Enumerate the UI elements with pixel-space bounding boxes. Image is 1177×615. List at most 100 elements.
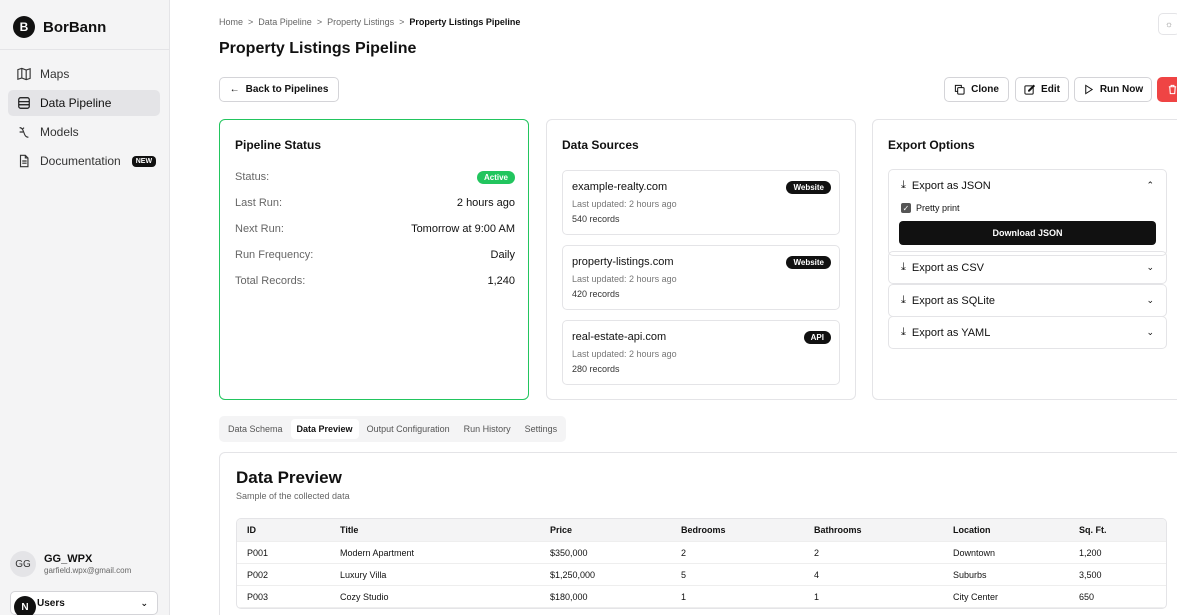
data-source-item[interactable]: property-listings.com Last updated: 2 ho… xyxy=(562,245,840,310)
table-cell: P001 xyxy=(247,547,269,558)
source-updated: Last updated: 2 hours ago xyxy=(572,349,677,359)
tab-output-configuration[interactable]: Output Configuration xyxy=(361,419,456,439)
sidebar: B BorBann Maps Data Pipeline Models Docu… xyxy=(0,0,170,615)
download-json-button[interactable]: Download JSON xyxy=(899,221,1156,245)
breadcrumb: Home > Data Pipeline > Property Listings > … xyxy=(219,17,520,27)
download-icon: ⤓ xyxy=(901,179,906,191)
tab-data-preview[interactable]: Data Preview xyxy=(290,419,359,439)
export-sqlite-label: Export as SQLite xyxy=(911,294,996,307)
export-json-toggle[interactable]: ⤓ Export as JSON ⌃ xyxy=(889,170,1166,201)
export-options-card: Export Options ⤓ Export as JSON ⌃ ✓ Pret… xyxy=(872,119,1177,400)
chevron-down-icon: ⌄ xyxy=(1146,295,1154,305)
run-now-button[interactable]: Run Now xyxy=(1074,77,1152,102)
breadcrumb-home[interactable]: Home xyxy=(219,17,243,27)
table-cell: 4 xyxy=(814,569,820,580)
run-frequency-value: Daily xyxy=(490,249,515,261)
tab-run-history[interactable]: Run History xyxy=(458,419,517,439)
export-yaml-section[interactable]: ⤓ Export as YAML ⌄ xyxy=(888,316,1167,349)
last-run-value: 2 hours ago xyxy=(456,197,515,209)
status-label: Status: xyxy=(235,171,270,183)
pretty-print-label: Pretty print xyxy=(916,203,960,213)
sidebar-item-label: Documentation xyxy=(40,154,121,168)
table-row[interactable]: P003 Cozy Studio $180,000 1 1 City Cente… xyxy=(237,586,1166,608)
edit-button[interactable]: Edit xyxy=(1015,77,1069,102)
table-cell: P003 xyxy=(247,591,269,602)
source-name: property-listings.com xyxy=(572,256,674,268)
sidebar-item-label: Models xyxy=(40,125,79,139)
table-row[interactable]: P002 Luxury Villa $1,250,000 5 4 Suburbs… xyxy=(237,564,1166,586)
arrow-left-icon: ← xyxy=(229,84,240,95)
chevron-up-icon: ⌃ xyxy=(1146,180,1154,190)
chevron-down-icon: ⌄ xyxy=(1146,327,1154,337)
table-cell: 1 xyxy=(814,591,820,602)
data-preview-card: Data Preview Sample of the collected dat… xyxy=(219,452,1177,615)
card-title: Pipeline Status xyxy=(235,138,322,152)
back-button[interactable]: ← Back to Pipelines xyxy=(219,77,339,102)
sidebar-item-data-pipeline[interactable]: Data Pipeline xyxy=(8,90,160,116)
column-header: Sq. Ft. xyxy=(1079,525,1107,535)
pretty-print-option[interactable]: ✓ Pretty print xyxy=(889,201,1166,215)
pipeline-status-card: Pipeline Status Status: Active Last Run:… xyxy=(219,119,529,400)
copy-icon xyxy=(954,84,965,95)
column-header: Price xyxy=(550,525,573,535)
status-row: Status: Active xyxy=(235,171,515,184)
table-cell: 1,200 xyxy=(1079,547,1102,558)
export-json-section: ⤓ Export as JSON ⌃ ✓ Pretty print Downlo… xyxy=(888,169,1167,256)
data-source-item[interactable]: example-realty.com Last updated: 2 hours… xyxy=(562,170,840,235)
total-records-label: Total Records: xyxy=(235,275,306,287)
sidebar-nav: Maps Data Pipeline Models Documentation … xyxy=(8,61,160,177)
data-source-item[interactable]: real-estate-api.com Last updated: 2 hour… xyxy=(562,320,840,385)
sidebar-item-documentation[interactable]: Documentation NEW xyxy=(8,148,160,174)
sidebar-item-maps[interactable]: Maps xyxy=(8,61,160,87)
export-sqlite-section[interactable]: ⤓ Export as SQLite ⌄ xyxy=(888,284,1167,317)
clone-button[interactable]: Clone xyxy=(944,77,1009,102)
source-records: 420 records xyxy=(572,289,620,299)
models-icon xyxy=(19,127,29,138)
user-profile[interactable]: GG GG_WPX garfield.wpx@gmail.com xyxy=(10,551,131,577)
breadcrumb-data-pipeline[interactable]: Data Pipeline xyxy=(258,17,312,27)
theme-toggle-button[interactable]: ☼ xyxy=(1158,13,1177,35)
total-records-row: Total Records: 1,240 xyxy=(235,275,515,287)
breadcrumb-separator: > xyxy=(316,17,323,27)
tab-settings[interactable]: Settings xyxy=(519,419,564,439)
source-records: 280 records xyxy=(572,364,620,374)
table-cell: 1 xyxy=(681,591,687,602)
column-header: Bathrooms xyxy=(814,525,862,535)
workspace-select[interactable]: N Users ⌄ xyxy=(10,591,158,615)
sidebar-item-label: Maps xyxy=(40,67,70,81)
source-type-badge: Website xyxy=(786,181,831,194)
table-cell: 2 xyxy=(814,547,820,558)
table-row[interactable]: P001 Modern Apartment $350,000 2 2 Downt… xyxy=(237,542,1166,564)
source-updated: Last updated: 2 hours ago xyxy=(572,199,677,209)
next-run-row: Next Run: Tomorrow at 9:00 AM xyxy=(235,223,515,235)
data-preview-table: ID Title Price Bedrooms Bathrooms Locati… xyxy=(236,518,1167,609)
export-yaml-toggle[interactable]: ⤓ Export as YAML ⌄ xyxy=(889,317,1166,348)
workspace-label: Users xyxy=(37,597,65,609)
sun-icon: ☼ xyxy=(1164,19,1174,29)
export-sqlite-toggle[interactable]: ⤓ Export as SQLite ⌄ xyxy=(889,285,1166,316)
source-name: example-realty.com xyxy=(572,181,668,193)
edit-button-label: Edit xyxy=(1041,84,1060,95)
export-csv-toggle[interactable]: ⤓ Export as CSV ⌄ xyxy=(889,252,1166,283)
next-run-value: Tomorrow at 9:00 AM xyxy=(411,223,515,235)
play-icon xyxy=(1085,84,1093,95)
export-csv-label: Export as CSV xyxy=(911,261,985,274)
table-header: ID Title Price Bedrooms Bathrooms Locati… xyxy=(237,519,1166,542)
column-header: Bedrooms xyxy=(681,525,726,535)
pretty-print-checkbox[interactable]: ✓ xyxy=(901,203,911,213)
brand-name: BorBann xyxy=(43,18,107,36)
tab-data-schema[interactable]: Data Schema xyxy=(222,419,289,439)
download-icon: ⤓ xyxy=(901,261,906,273)
delete-button[interactable] xyxy=(1157,77,1177,102)
breadcrumb-property-listings[interactable]: Property Listings xyxy=(327,17,394,27)
edit-icon xyxy=(1024,84,1036,95)
table-cell: 3,500 xyxy=(1079,569,1102,580)
table-cell: $350,000 xyxy=(550,547,588,558)
run-frequency-row: Run Frequency: Daily xyxy=(235,249,515,261)
download-icon: ⤓ xyxy=(901,294,906,306)
sidebar-item-models[interactable]: Models xyxy=(8,119,160,145)
table-cell: 650 xyxy=(1079,591,1095,602)
export-csv-section[interactable]: ⤓ Export as CSV ⌄ xyxy=(888,251,1167,284)
table-cell: $180,000 xyxy=(550,591,588,602)
brand[interactable]: B BorBann xyxy=(13,16,106,38)
